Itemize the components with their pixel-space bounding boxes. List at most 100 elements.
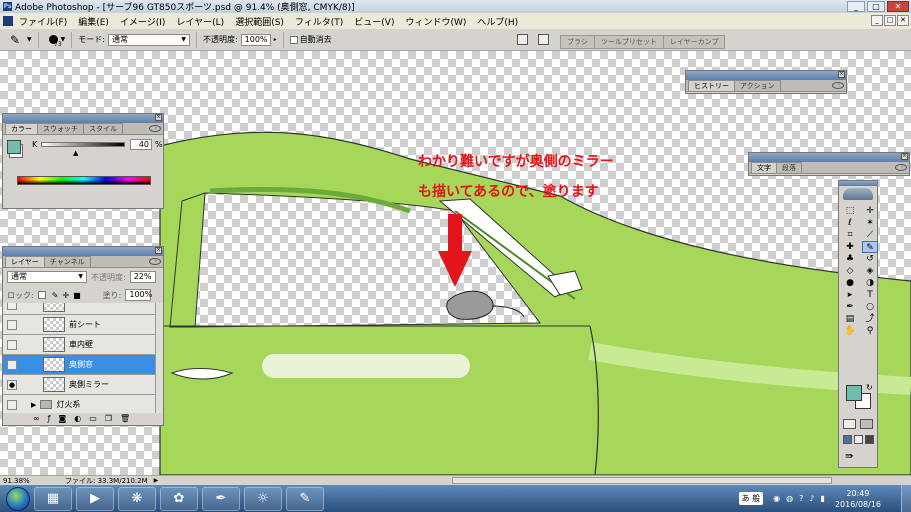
- mode-select[interactable]: 通常 ▼: [107, 33, 190, 46]
- network-icon[interactable]: ▮: [820, 494, 824, 503]
- fill-input[interactable]: 100%: [125, 289, 152, 301]
- tab-channels[interactable]: チャンネル: [43, 256, 91, 267]
- pen-tool-icon[interactable]: ✒: [842, 301, 858, 313]
- zoom-tool-icon[interactable]: ⚲: [862, 325, 878, 337]
- history-brush-icon[interactable]: ↺: [862, 253, 878, 265]
- brush-tool-icon[interactable]: ✎: [862, 241, 878, 253]
- close-icon[interactable]: ×: [838, 71, 845, 78]
- close-icon[interactable]: ×: [155, 247, 162, 254]
- crop-tool-icon[interactable]: ⌗: [842, 229, 858, 241]
- maximize-button[interactable]: □: [867, 1, 885, 12]
- mask-icon[interactable]: ◙: [59, 414, 67, 423]
- palette-well-icon[interactable]: [538, 34, 549, 45]
- jump-to-imageready-icon[interactable]: ⇛: [845, 451, 853, 462]
- menu-image[interactable]: イメージ(I): [120, 15, 166, 28]
- layer-row-partial[interactable]: [3, 303, 155, 315]
- menu-help[interactable]: ヘルプ(H): [477, 15, 518, 28]
- well-tab-layer-comps[interactable]: レイヤーカンプ: [662, 35, 726, 49]
- menu-window[interactable]: ウィンドウ(W): [405, 15, 466, 28]
- screen-mode-full-icon[interactable]: [865, 435, 874, 444]
- lock-all-icon[interactable]: ■: [73, 291, 81, 300]
- layer-opacity-input[interactable]: 22%: [129, 271, 156, 283]
- well-tab-brushes[interactable]: ブラシ: [560, 35, 595, 49]
- tray-icon-2[interactable]: ◍: [786, 494, 793, 503]
- doc-restore-button[interactable]: □: [884, 15, 896, 26]
- layer-row-selected[interactable]: 奥側窓: [3, 355, 155, 375]
- notes-tool-icon[interactable]: ▤: [842, 313, 858, 325]
- tab-layers[interactable]: レイヤー: [5, 256, 45, 267]
- k-slider[interactable]: [41, 142, 125, 147]
- slice-tool-icon[interactable]: ⟋: [862, 229, 878, 241]
- zoom-level[interactable]: 91.38%: [3, 477, 43, 485]
- blur-tool-icon[interactable]: ●: [842, 277, 858, 289]
- close-icon[interactable]: ×: [155, 114, 162, 121]
- layer-row[interactable]: ● 奥側ミラー: [3, 375, 155, 395]
- quickmask-mode-icon[interactable]: [860, 419, 873, 429]
- tray-icon-1[interactable]: ◉: [773, 494, 780, 503]
- menu-view[interactable]: ビュー(V): [354, 15, 394, 28]
- layer-visibility-toggle[interactable]: [7, 339, 17, 350]
- eye-icon[interactable]: ●: [7, 379, 17, 390]
- move-tool-icon[interactable]: ✛: [862, 205, 878, 217]
- layer-visibility-toggle[interactable]: [7, 303, 17, 310]
- chevron-down-icon[interactable]: ▼: [27, 36, 32, 43]
- color-ramp[interactable]: [17, 176, 151, 185]
- k-value-input[interactable]: 40: [130, 139, 152, 150]
- layer-style-icon[interactable]: ƒ: [48, 414, 51, 423]
- minimize-button[interactable]: _: [847, 1, 865, 12]
- app-icon-3[interactable]: ✒: [202, 486, 240, 511]
- eraser-tool-icon[interactable]: ◇: [842, 265, 858, 277]
- layers-scrollbar[interactable]: [155, 303, 163, 413]
- help-icon[interactable]: ?: [799, 494, 803, 503]
- adobe-feather-icon[interactable]: [843, 188, 873, 200]
- file-browser-icon[interactable]: [517, 34, 528, 45]
- doc-close-button[interactable]: ✕: [897, 15, 909, 26]
- menu-select[interactable]: 選択範囲(S): [235, 15, 284, 28]
- shape-tool-icon[interactable]: ○: [862, 301, 878, 313]
- ime-indicator[interactable]: あ 般: [738, 492, 764, 505]
- well-tab-tool-presets[interactable]: ツールプリセット: [593, 35, 664, 49]
- app-icon-1[interactable]: ❋: [118, 486, 156, 511]
- volume-icon[interactable]: ♪: [809, 494, 814, 503]
- opacity-input[interactable]: 100%: [240, 33, 271, 46]
- lock-transparency-icon[interactable]: [37, 291, 46, 299]
- path-select-icon[interactable]: ▸: [842, 289, 858, 301]
- tab-color[interactable]: カラー: [5, 123, 38, 134]
- lock-move-icon[interactable]: ✛: [62, 291, 69, 300]
- foreground-color-swatch[interactable]: [7, 140, 21, 154]
- tab-history[interactable]: ヒストリー: [688, 80, 735, 91]
- close-icon[interactable]: ×: [901, 153, 908, 160]
- new-layer-icon[interactable]: ❐: [105, 414, 112, 423]
- hand-tool-icon[interactable]: ✋: [842, 325, 858, 337]
- panel-menu-icon[interactable]: ›: [149, 125, 161, 132]
- clock[interactable]: 20:49 2016/08/16: [835, 488, 881, 510]
- swap-colors-icon[interactable]: ↻: [866, 383, 873, 392]
- photoshop-taskbar-icon[interactable]: ✎: [286, 486, 324, 511]
- doc-minimize-button[interactable]: _: [871, 15, 883, 26]
- screen-mode-standard-icon[interactable]: [843, 435, 852, 444]
- lock-paint-icon[interactable]: ✎: [52, 291, 59, 300]
- media-player-icon[interactable]: ▶: [76, 486, 114, 511]
- tab-paragraph[interactable]: 段落: [776, 162, 802, 173]
- new-group-icon[interactable]: ▭: [89, 414, 97, 423]
- show-desktop-button[interactable]: [901, 485, 911, 512]
- tab-character[interactable]: 文字: [751, 162, 777, 173]
- link-icon[interactable]: ∞: [33, 414, 40, 423]
- lasso-tool-icon[interactable]: ℓ: [842, 217, 858, 229]
- app-icon-2[interactable]: ✿: [160, 486, 198, 511]
- auto-erase-checkbox[interactable]: [289, 35, 298, 44]
- menu-edit[interactable]: 編集(E): [78, 15, 109, 28]
- eyedropper-icon[interactable]: ⤴: [862, 313, 878, 325]
- dodge-tool-icon[interactable]: ◑: [862, 277, 878, 289]
- bucket-tool-icon[interactable]: ◈: [862, 265, 878, 277]
- magic-wand-icon[interactable]: ✶: [862, 217, 878, 229]
- panel-menu-icon[interactable]: ›: [895, 164, 907, 171]
- tab-actions[interactable]: アクション: [734, 80, 781, 91]
- status-menu-icon[interactable]: ▶: [154, 477, 159, 484]
- layer-row[interactable]: 車内壁: [3, 335, 155, 355]
- layer-group-row[interactable]: ▶ 灯火系: [3, 395, 155, 413]
- menu-file[interactable]: ファイル(F): [19, 15, 67, 28]
- horizontal-scrollbar[interactable]: [452, 477, 832, 484]
- layer-visibility-toggle[interactable]: [7, 399, 17, 410]
- layer-visibility-toggle[interactable]: [7, 319, 17, 330]
